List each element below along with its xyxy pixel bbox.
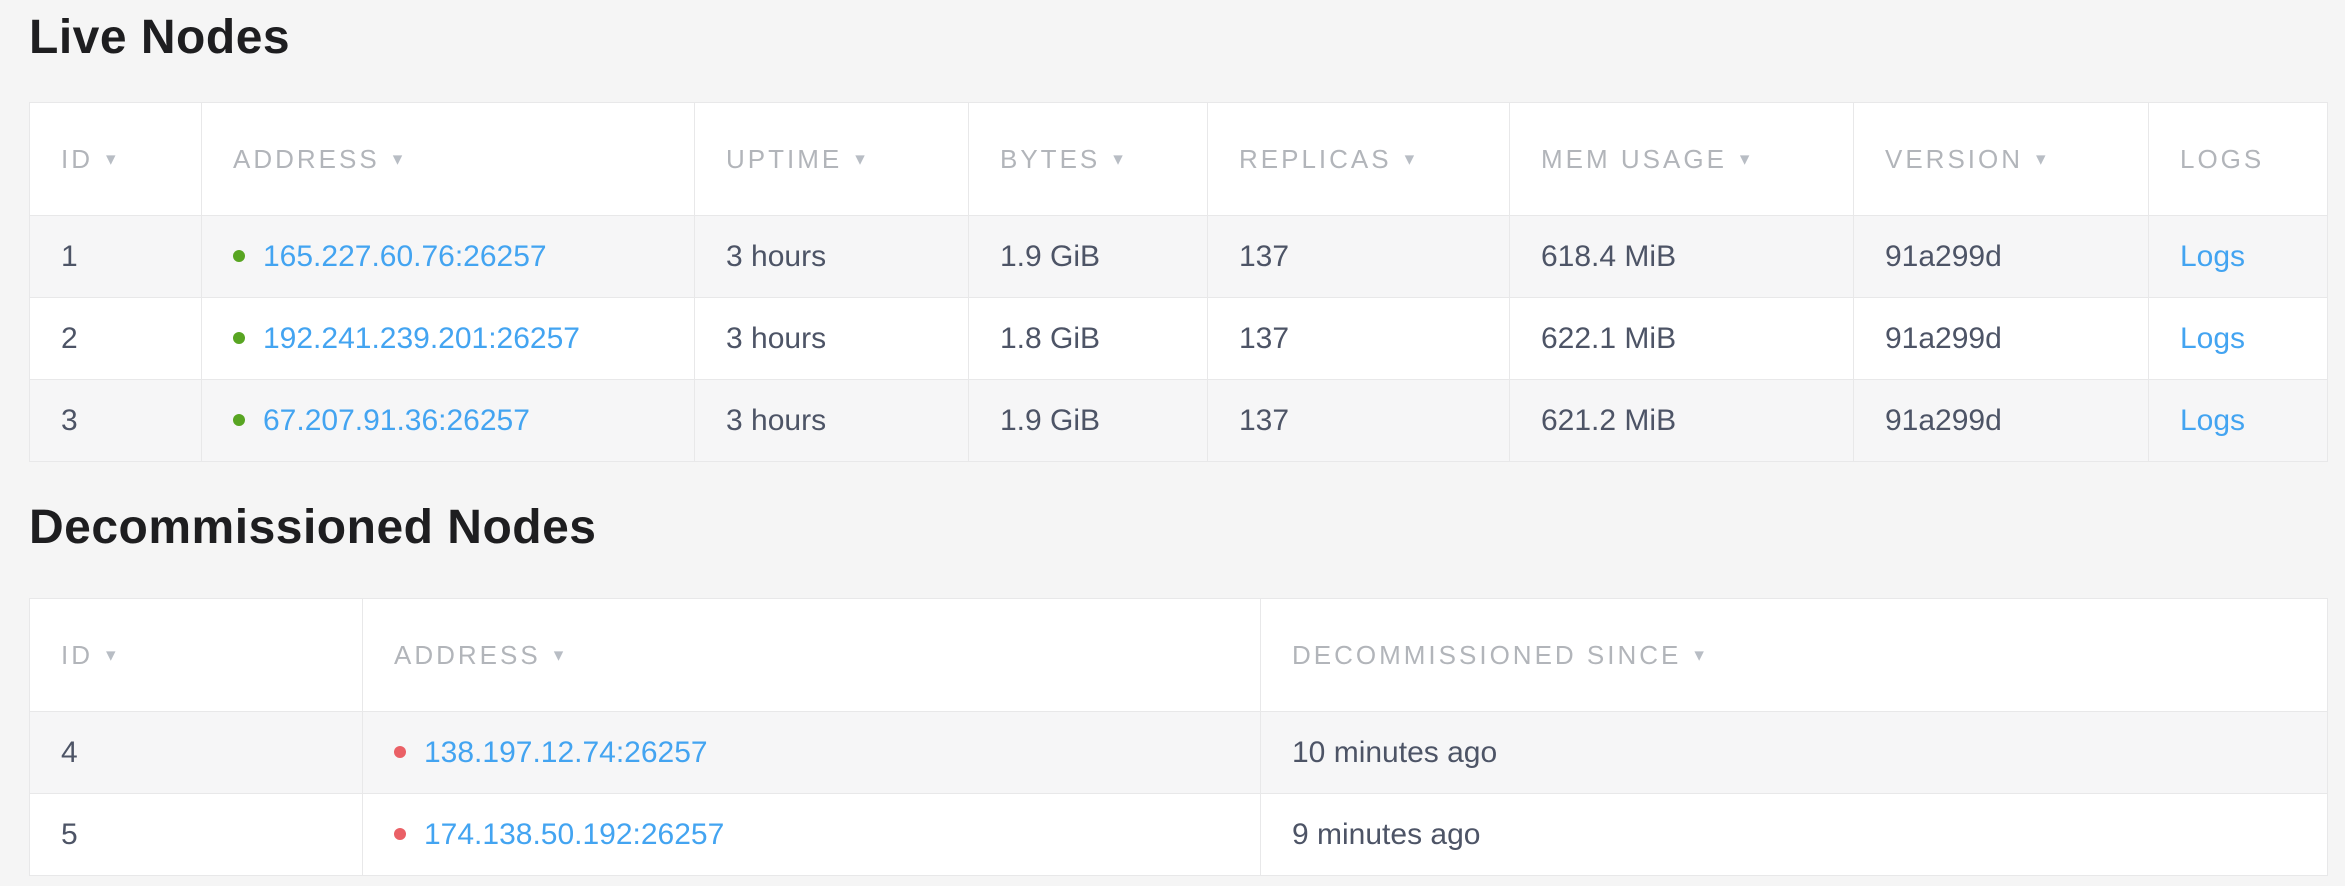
node-address-cell: 174.138.50.192:26257: [363, 794, 1261, 876]
sort-arrow-icon: ▾: [393, 149, 403, 170]
table-row: 2 192.241.239.201:26257 3 hours 1.8 GiB …: [30, 298, 2328, 380]
node-logs-cell: Logs: [2149, 216, 2328, 298]
node-version-cell: 91a299d: [1854, 216, 2149, 298]
column-header-label: DECOMMISSIONED SINCE: [1292, 640, 1681, 670]
column-header-label: ADDRESS: [394, 640, 541, 670]
node-bytes-cell: 1.8 GiB: [969, 298, 1208, 380]
live-nodes-table: ID ▾ ADDRESS ▾ UPTIME ▾ BYTES ▾ REPLICAS ▾ ME…: [29, 102, 2328, 462]
sort-arrow-icon: ▾: [855, 149, 865, 170]
node-replicas-cell: 137: [1208, 216, 1510, 298]
live-nodes-title: Live Nodes: [29, 10, 2327, 66]
node-uptime-cell: 3 hours: [695, 380, 969, 462]
column-header-decommissioned-since[interactable]: DECOMMISSIONED SINCE ▾: [1261, 599, 2328, 712]
node-logs-cell: Logs: [2149, 380, 2328, 462]
live-status-icon: [233, 332, 245, 344]
table-row: 1 165.227.60.76:26257 3 hours 1.9 GiB 13…: [30, 216, 2328, 298]
node-version-cell: 91a299d: [1854, 298, 2149, 380]
sort-arrow-icon: ▾: [1694, 645, 1704, 666]
column-header-version[interactable]: VERSION ▾: [1854, 103, 2149, 216]
column-header-logs: LOGS: [2149, 103, 2328, 216]
column-header-id[interactable]: ID ▾: [30, 103, 202, 216]
node-mem-usage-cell: 621.2 MiB: [1510, 380, 1854, 462]
node-address-link[interactable]: 174.138.50.192:26257: [424, 818, 724, 851]
live-nodes-header-row: ID ▾ ADDRESS ▾ UPTIME ▾ BYTES ▾ REPLICAS ▾ ME…: [30, 103, 2328, 216]
column-header-label: ADDRESS: [233, 144, 380, 174]
decommissioned-status-icon: [394, 746, 406, 758]
column-header-id[interactable]: ID ▾: [30, 599, 363, 712]
logs-link[interactable]: Logs: [2180, 322, 2245, 355]
node-address-cell: 165.227.60.76:26257: [202, 216, 695, 298]
sort-arrow-icon: ▾: [106, 149, 116, 170]
column-header-label: LOGS: [2180, 144, 2264, 174]
sort-arrow-icon: ▾: [554, 645, 564, 666]
sort-arrow-icon: ▾: [1405, 149, 1415, 170]
column-header-label: REPLICAS: [1239, 144, 1392, 174]
column-header-label: UPTIME: [726, 144, 842, 174]
node-uptime-cell: 3 hours: [695, 298, 969, 380]
node-replicas-cell: 137: [1208, 380, 1510, 462]
node-bytes-cell: 1.9 GiB: [969, 380, 1208, 462]
table-row: 3 67.207.91.36:26257 3 hours 1.9 GiB 137…: [30, 380, 2328, 462]
node-replicas-cell: 137: [1208, 298, 1510, 380]
column-header-label: BYTES: [1000, 144, 1100, 174]
sort-arrow-icon: ▾: [1113, 149, 1123, 170]
column-header-bytes[interactable]: BYTES ▾: [969, 103, 1208, 216]
column-header-label: VERSION: [1885, 144, 2023, 174]
node-logs-cell: Logs: [2149, 298, 2328, 380]
decommissioned-nodes-header-row: ID ▾ ADDRESS ▾ DECOMMISSIONED SINCE ▾: [30, 599, 2328, 712]
logs-link[interactable]: Logs: [2180, 404, 2245, 437]
node-address-cell: 192.241.239.201:26257: [202, 298, 695, 380]
node-version-cell: 91a299d: [1854, 380, 2149, 462]
sort-arrow-icon: ▾: [2036, 149, 2046, 170]
node-address-link[interactable]: 138.197.12.74:26257: [424, 736, 708, 769]
node-decommissioned-since-cell: 10 minutes ago: [1261, 712, 2328, 794]
node-address-link[interactable]: 165.227.60.76:26257: [263, 240, 547, 273]
decommissioned-status-icon: [394, 828, 406, 840]
table-row: 4 138.197.12.74:26257 10 minutes ago: [30, 712, 2328, 794]
column-header-address[interactable]: ADDRESS ▾: [363, 599, 1261, 712]
column-header-uptime[interactable]: UPTIME ▾: [695, 103, 969, 216]
sort-arrow-icon: ▾: [1740, 149, 1750, 170]
node-address-link[interactable]: 192.241.239.201:26257: [263, 322, 580, 355]
node-id-cell: 5: [30, 794, 363, 876]
column-header-label: MEM USAGE: [1541, 144, 1727, 174]
node-uptime-cell: 3 hours: [695, 216, 969, 298]
sort-arrow-icon: ▾: [106, 645, 116, 666]
live-status-icon: [233, 414, 245, 426]
node-mem-usage-cell: 618.4 MiB: [1510, 216, 1854, 298]
node-mem-usage-cell: 622.1 MiB: [1510, 298, 1854, 380]
column-header-replicas[interactable]: REPLICAS ▾: [1208, 103, 1510, 216]
node-address-cell: 138.197.12.74:26257: [363, 712, 1261, 794]
node-bytes-cell: 1.9 GiB: [969, 216, 1208, 298]
decommissioned-nodes-title: Decommissioned Nodes: [29, 500, 2327, 556]
decommissioned-nodes-table: ID ▾ ADDRESS ▾ DECOMMISSIONED SINCE ▾ 4 138…: [29, 598, 2328, 876]
node-id-cell: 2: [30, 298, 202, 380]
node-id-cell: 1: [30, 216, 202, 298]
node-id-cell: 3: [30, 380, 202, 462]
column-header-address[interactable]: ADDRESS ▾: [202, 103, 695, 216]
node-id-cell: 4: [30, 712, 363, 794]
logs-link[interactable]: Logs: [2180, 240, 2245, 273]
column-header-label: ID: [61, 144, 93, 174]
node-address-cell: 67.207.91.36:26257: [202, 380, 695, 462]
node-address-link[interactable]: 67.207.91.36:26257: [263, 404, 530, 437]
nodes-page: Live Nodes ID ▾ ADDRESS ▾ UPTIME ▾ BYTES ▾ R…: [0, 0, 2345, 886]
column-header-mem-usage[interactable]: MEM USAGE ▾: [1510, 103, 1854, 216]
node-decommissioned-since-cell: 9 minutes ago: [1261, 794, 2328, 876]
live-status-icon: [233, 250, 245, 262]
column-header-label: ID: [61, 640, 93, 670]
table-row: 5 174.138.50.192:26257 9 minutes ago: [30, 794, 2328, 876]
